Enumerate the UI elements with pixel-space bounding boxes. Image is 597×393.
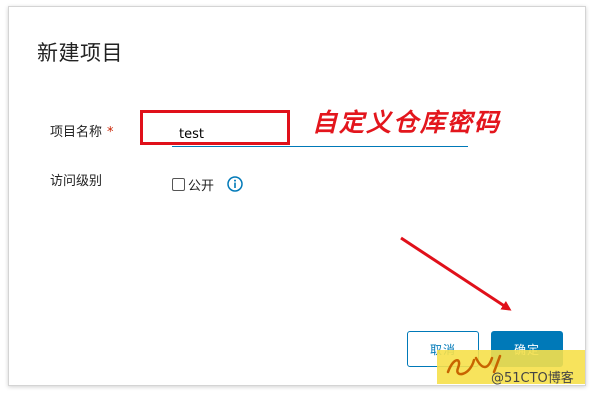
watermark-site-text: @51CTO博客 bbox=[491, 371, 574, 386]
arrow-annotation bbox=[400, 236, 512, 311]
